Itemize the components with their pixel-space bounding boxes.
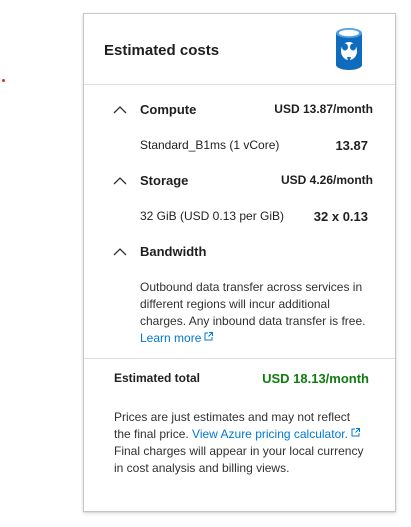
storage-price: USD 4.26/month	[280, 173, 373, 187]
pricing-calculator-link[interactable]: View Azure pricing calculator.	[192, 427, 360, 441]
estimated-total-value: USD 18.13/month	[262, 371, 369, 386]
compute-sku-label: Standard_B1ms (1 vCore)	[140, 138, 280, 152]
compute-section-toggle[interactable]: Compute USD 13.87/month	[113, 102, 373, 120]
compute-label: Compute	[140, 102, 197, 117]
compute-sku-value: 13.87	[335, 138, 368, 153]
bandwidth-section-toggle[interactable]: Bandwidth	[113, 244, 373, 262]
storage-label: Storage	[140, 173, 189, 188]
external-link-icon	[204, 332, 214, 341]
learn-more-link-text: Learn more	[140, 331, 202, 345]
divider	[84, 358, 395, 359]
storage-size-label: 32 GiB (USD 0.13 per GiB)	[140, 209, 285, 223]
red-marker-dot	[2, 79, 5, 82]
pricing-disclaimer: Prices are just estimates and may not re…	[114, 409, 366, 477]
bandwidth-note-text: Outbound data transfer across services i…	[140, 280, 366, 328]
chevron-up-icon	[113, 248, 127, 256]
external-link-icon	[351, 428, 360, 437]
chevron-up-icon	[113, 106, 127, 114]
postgresql-database-icon	[336, 28, 362, 70]
bandwidth-label: Bandwidth	[140, 244, 207, 259]
panel-title: Estimated costs	[104, 42, 220, 59]
learn-more-link[interactable]: Learn more	[140, 331, 214, 345]
pricing-calculator-link-text: View Azure pricing calculator.	[192, 427, 348, 441]
bandwidth-note: Outbound data transfer across services i…	[140, 279, 368, 347]
compute-price: USD 13.87/month	[274, 102, 373, 116]
estimated-total-label: Estimated total	[114, 371, 201, 385]
estimated-costs-panel: Estimated costs Compute USD 13.87/month …	[83, 13, 396, 512]
compute-line-item: Standard_B1ms (1 vCore) 13.87	[140, 138, 368, 154]
storage-size-value: 32 x 0.13	[313, 209, 368, 224]
chevron-up-icon	[113, 177, 127, 185]
storage-section-toggle[interactable]: Storage USD 4.26/month	[113, 173, 373, 191]
storage-line-item: 32 GiB (USD 0.13 per GiB) 32 x 0.13	[140, 209, 368, 225]
panel-header: Estimated costs	[84, 14, 395, 85]
currency-note-text: Final charges will appear in your local …	[114, 444, 364, 475]
